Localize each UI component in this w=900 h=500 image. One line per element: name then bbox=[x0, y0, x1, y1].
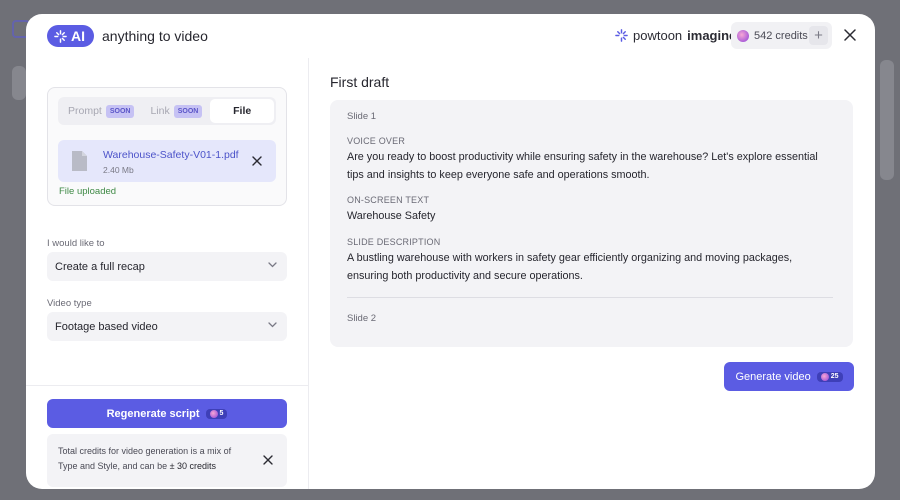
soon-badge: SOON bbox=[173, 104, 203, 118]
tab-label: Link bbox=[150, 105, 170, 117]
credits-label: 542 credits bbox=[754, 29, 808, 42]
partner-prefix: powtoon bbox=[633, 28, 683, 43]
partner-name: imagine bbox=[687, 28, 737, 43]
add-credits-button[interactable]: + bbox=[809, 26, 828, 45]
divider bbox=[26, 385, 309, 386]
modal-title: anything to video bbox=[102, 28, 208, 44]
draft-title: First draft bbox=[330, 74, 390, 90]
on-screen-text: Warehouse Safety bbox=[347, 210, 436, 222]
regenerate-label: Regenerate script bbox=[106, 407, 200, 420]
credits-balance: 542 credits + bbox=[731, 22, 832, 49]
close-icon bbox=[252, 156, 262, 166]
script-preview: Slide 1 VOICE OVER Are you ready to boos… bbox=[330, 100, 853, 347]
close-modal-button[interactable] bbox=[842, 27, 858, 43]
credit-cost-badge: 5 bbox=[205, 408, 228, 419]
remove-file-button[interactable] bbox=[250, 154, 264, 168]
credit-cost-badge: 25 bbox=[816, 371, 843, 382]
powtoon-imagine-logo: powtoon imagine bbox=[615, 28, 736, 43]
brand: AI anything to video bbox=[47, 25, 208, 47]
ai-badge: AI bbox=[47, 25, 94, 47]
tab-label: Prompt bbox=[68, 105, 102, 117]
credit-gem-icon bbox=[209, 409, 218, 418]
close-icon bbox=[263, 455, 273, 465]
video-type-value: Footage based video bbox=[55, 320, 158, 333]
video-type-label: Video type bbox=[47, 298, 92, 309]
slide-description-label: SLIDE DESCRIPTION bbox=[347, 237, 441, 247]
slide-divider bbox=[347, 297, 833, 298]
credits-info-notice: Total credits for video generation is a … bbox=[47, 434, 287, 487]
sparkle-icon bbox=[615, 29, 628, 42]
info-highlight: ± 30 credits bbox=[169, 461, 217, 471]
tab-label: File bbox=[233, 105, 252, 117]
chevron-down-icon bbox=[268, 262, 277, 268]
close-icon bbox=[844, 29, 856, 41]
plus-icon: + bbox=[814, 27, 823, 44]
modal-header: AI anything to video powtoon imagine 542… bbox=[26, 14, 875, 58]
regenerate-script-button[interactable]: Regenerate script 5 bbox=[47, 399, 287, 428]
file-name[interactable]: Warehouse-Safety-V01-1.pdf bbox=[103, 149, 239, 161]
goal-select[interactable]: Create a full recap bbox=[47, 252, 287, 281]
tab-file[interactable]: File bbox=[210, 99, 274, 123]
slide-description-text: A bustling warehouse with workers in saf… bbox=[347, 252, 793, 282]
tab-prompt[interactable]: Prompt SOON bbox=[60, 99, 142, 123]
regenerate-cost: 5 bbox=[219, 410, 224, 417]
settings-panel: Prompt SOON Link SOON File Warehouse-Saf… bbox=[26, 58, 309, 489]
file-size: 2.40 Mb bbox=[103, 165, 134, 175]
dismiss-info-button[interactable] bbox=[262, 454, 274, 466]
tab-link[interactable]: Link SOON bbox=[142, 99, 210, 123]
slide-label: Slide 2 bbox=[347, 313, 377, 324]
generate-video-button[interactable]: Generate video 25 bbox=[724, 362, 854, 391]
background-panel bbox=[880, 60, 894, 180]
draft-panel: First draft Slide 1 VOICE OVER Are you r… bbox=[310, 58, 875, 489]
anything-to-video-modal: AI anything to video powtoon imagine 542… bbox=[26, 14, 875, 489]
goal-label: I would like to bbox=[47, 238, 105, 249]
voice-over-label: VOICE OVER bbox=[347, 136, 406, 146]
sparkle-icon bbox=[54, 29, 67, 43]
slide-label: Slide 1 bbox=[347, 111, 377, 122]
upload-status: File uploaded bbox=[59, 186, 117, 197]
credit-gem-icon bbox=[820, 372, 829, 381]
source-card: Prompt SOON Link SOON File Warehouse-Saf… bbox=[47, 87, 287, 206]
video-type-select[interactable]: Footage based video bbox=[47, 312, 287, 341]
on-screen-text-label: ON-SCREEN TEXT bbox=[347, 195, 430, 205]
uploaded-file: Warehouse-Safety-V01-1.pdf 2.40 Mb bbox=[58, 140, 276, 182]
document-icon bbox=[72, 151, 87, 171]
soon-badge: SOON bbox=[105, 104, 135, 118]
goal-value: Create a full recap bbox=[55, 260, 145, 273]
chevron-down-icon bbox=[268, 322, 277, 328]
ai-badge-label: AI bbox=[71, 28, 85, 44]
source-tabs: Prompt SOON Link SOON File bbox=[58, 97, 276, 125]
credit-gem-icon bbox=[737, 29, 749, 42]
generate-label: Generate video bbox=[735, 370, 811, 383]
generate-cost: 25 bbox=[830, 373, 839, 380]
voice-over-text: Are you ready to boost productivity whil… bbox=[347, 151, 818, 181]
background-panel bbox=[12, 66, 26, 100]
